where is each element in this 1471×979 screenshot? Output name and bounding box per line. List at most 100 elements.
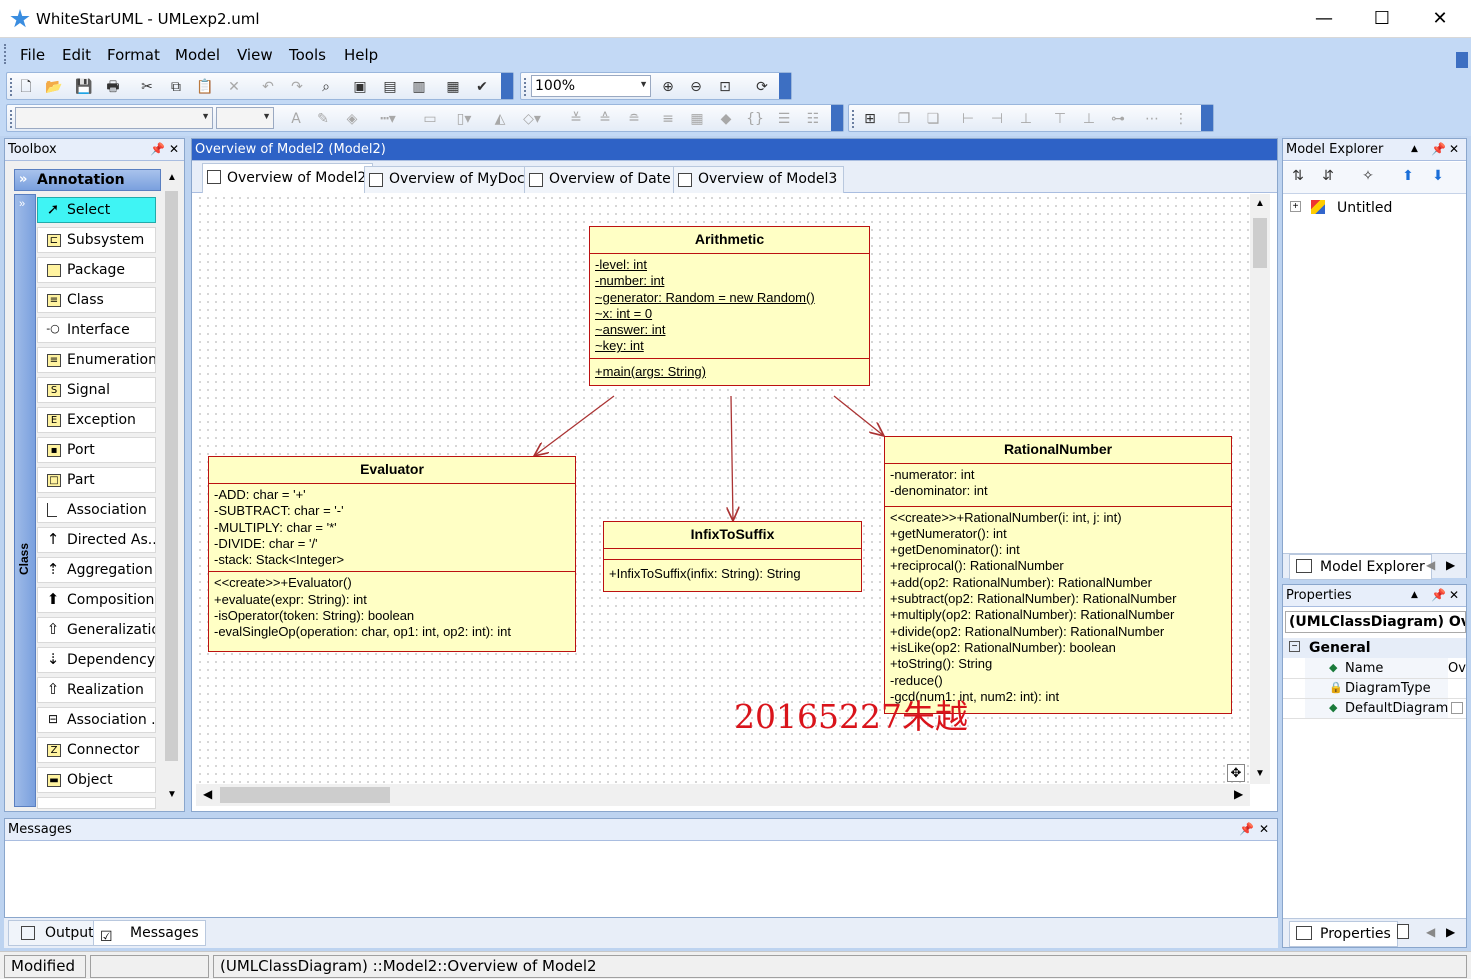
- show-compartment-icon[interactable]: ◭: [491, 110, 509, 128]
- chevron-up-icon[interactable]: ▲: [1411, 588, 1418, 602]
- move-up-icon[interactable]: ⬆: [1399, 167, 1417, 185]
- tool-composition[interactable]: ⬆ Composition: [37, 587, 156, 613]
- diagram-vertical-scrollbar[interactable]: ▲ ▼: [1250, 194, 1270, 784]
- tab-overview-model2[interactable]: Overview of Model2: [202, 163, 374, 193]
- cut-icon[interactable]: ✂: [138, 78, 156, 96]
- collapse-group-icon[interactable]: −: [1289, 641, 1300, 652]
- menu-view[interactable]: View: [237, 46, 273, 64]
- chevron-up-icon[interactable]: ▲: [1411, 142, 1418, 156]
- sort-ascending-icon[interactable]: ⇅: [1289, 167, 1307, 185]
- braces-icon[interactable]: {}: [746, 110, 764, 128]
- tool-subsystem[interactable]: ⊏ Subsystem: [37, 227, 156, 253]
- property-row-name[interactable]: ◆ Name Ov: [1283, 659, 1466, 679]
- chevron-down-icon[interactable]: ▼: [639, 79, 648, 89]
- layout-diagram-icon[interactable]: ⊞: [861, 110, 879, 128]
- add-diagram-icon[interactable]: ▣: [351, 78, 369, 96]
- zoom-out-icon[interactable]: ⊖: [687, 78, 705, 96]
- tool-dependency[interactable]: ⇣ Dependency: [37, 647, 156, 673]
- tool-association[interactable]: Association: [37, 497, 156, 523]
- toolbar-overflow[interactable]: [501, 73, 513, 99]
- zoom-fit-icon[interactable]: ⊡: [716, 78, 734, 96]
- space-vertical-icon[interactable]: ⋮: [1172, 110, 1190, 128]
- tab-properties[interactable]: Properties: [1289, 921, 1398, 947]
- verify-model-icon[interactable]: ✔: [473, 78, 491, 96]
- scroll-thumb[interactable]: [165, 191, 178, 761]
- bring-front-icon[interactable]: ❐: [895, 110, 913, 128]
- tool-select[interactable]: ➚ Select: [37, 197, 156, 223]
- operation-signature-icon[interactable]: ≡: [659, 110, 677, 128]
- class-arithmetic[interactable]: Arithmetic -level: int -number: int ~gen…: [589, 226, 870, 387]
- diagram-properties-icon[interactable]: ▥: [410, 78, 428, 96]
- align-top-icon[interactable]: ☰: [775, 110, 793, 128]
- space-horizontal-icon[interactable]: ⋯: [1143, 110, 1161, 128]
- tool-package[interactable]: Package: [37, 257, 156, 283]
- class-infixtosuffix[interactable]: InfixToSuffix +InfixToSuffix(infix: Stri…: [603, 521, 862, 593]
- new-file-icon[interactable]: 🗋: [17, 78, 35, 96]
- toolbox-scrollbar[interactable]: ▲ ▼: [162, 169, 181, 809]
- diagram-canvas[interactable]: Arithmetic -level: int -number: int ~gen…: [196, 194, 1249, 784]
- delete-icon[interactable]: ✕: [225, 78, 243, 96]
- tab-model-explorer[interactable]: Model Explorer: [1289, 554, 1432, 580]
- align-left-icon[interactable]: ⊢: [959, 110, 977, 128]
- menu-file[interactable]: File: [20, 46, 45, 64]
- align-right-icon[interactable]: ⊣: [988, 110, 1006, 128]
- tool-signal[interactable]: S Signal: [37, 377, 156, 403]
- tool-connector[interactable]: Z Connector: [37, 737, 156, 763]
- tool-more[interactable]: [37, 797, 156, 809]
- scroll-down-icon[interactable]: ▼: [1255, 768, 1265, 779]
- scroll-thumb[interactable]: [220, 787, 390, 803]
- stereotype-display-icon[interactable]: ◇▾: [519, 110, 545, 128]
- close-window-button[interactable]: ✕: [1411, 0, 1469, 38]
- scroll-down-icon[interactable]: ▼: [167, 789, 177, 800]
- find-binoculars-icon[interactable]: ⌕: [317, 78, 335, 96]
- scroll-left-icon[interactable]: ◀: [203, 787, 212, 801]
- copy-icon[interactable]: ⧉: [167, 78, 185, 96]
- arithmetic-to-rational-association[interactable]: [833, 395, 884, 436]
- close-icon[interactable]: ✕: [1449, 142, 1459, 156]
- property-row-diagramtype[interactable]: 🔒 DiagramType: [1283, 679, 1466, 699]
- font-icon[interactable]: A: [287, 110, 305, 128]
- tool-class[interactable]: ≡ Class: [37, 287, 156, 313]
- show-parent-icon[interactable]: ≘: [625, 110, 643, 128]
- move-down-icon[interactable]: ⬇: [1429, 167, 1447, 185]
- pin-icon[interactable]: 📌: [150, 142, 165, 156]
- show-properties-icon[interactable]: ▦: [688, 110, 706, 128]
- chevron-down-icon[interactable]: ▼: [262, 111, 271, 121]
- tool-directed-association[interactable]: ↑ Directed As...: [37, 527, 156, 553]
- close-icon[interactable]: ✕: [1449, 588, 1459, 602]
- class-rationalnumber[interactable]: RationalNumber -numerator: int -denomina…: [884, 436, 1232, 715]
- menu-help[interactable]: Help: [344, 46, 378, 64]
- tab-overview-date[interactable]: Overview of Date: [524, 166, 678, 193]
- scroll-right-icon[interactable]: ▶: [1446, 925, 1455, 939]
- sort-descending-icon[interactable]: ⇵: [1319, 167, 1337, 185]
- open-folder-icon[interactable]: 📂: [45, 78, 63, 96]
- scroll-up-icon[interactable]: ▲: [1255, 198, 1265, 209]
- scroll-thumb[interactable]: [1253, 218, 1267, 268]
- tab-overview-mydoc[interactable]: Overview of MyDoc: [364, 166, 532, 193]
- scroll-right-icon[interactable]: ▶: [1446, 558, 1455, 572]
- maximize-button[interactable]: ☐: [1353, 0, 1411, 38]
- document-icon[interactable]: [1397, 924, 1409, 939]
- align-center-icon[interactable]: ⊥: [1017, 110, 1035, 128]
- arithmetic-to-evaluator-association[interactable]: [534, 395, 615, 456]
- font-size-combo[interactable]: ▼: [216, 107, 274, 129]
- paste-icon[interactable]: 📋: [196, 78, 214, 96]
- arithmetic-to-infix-association[interactable]: [731, 395, 733, 521]
- save-icon[interactable]: 💾: [75, 78, 93, 96]
- align-top-edge-icon[interactable]: ⊤: [1051, 110, 1069, 128]
- menu-edit[interactable]: Edit: [62, 46, 91, 64]
- edit-diagram-icon[interactable]: ▤: [381, 78, 399, 96]
- toolbar-overflow[interactable]: [831, 105, 843, 131]
- menu-overflow-button[interactable]: [1456, 52, 1468, 68]
- undo-icon[interactable]: ↶: [259, 78, 277, 96]
- redo-icon[interactable]: ↷: [288, 78, 306, 96]
- pin-icon[interactable]: 📌: [1431, 142, 1446, 156]
- class-evaluator[interactable]: Evaluator -ADD: char = '+' -SUBTRACT: ch…: [208, 456, 576, 652]
- auto-resize-icon[interactable]: ▭: [421, 110, 439, 128]
- chevron-down-icon[interactable]: ▼: [201, 111, 210, 121]
- tool-association-class[interactable]: ⊟ Association ...: [37, 707, 156, 733]
- expand-tree-icon[interactable]: +: [1290, 201, 1301, 212]
- align-middle-icon[interactable]: ⊶: [1109, 110, 1127, 128]
- close-icon[interactable]: ✕: [169, 142, 179, 156]
- close-icon[interactable]: ✕: [1259, 822, 1269, 836]
